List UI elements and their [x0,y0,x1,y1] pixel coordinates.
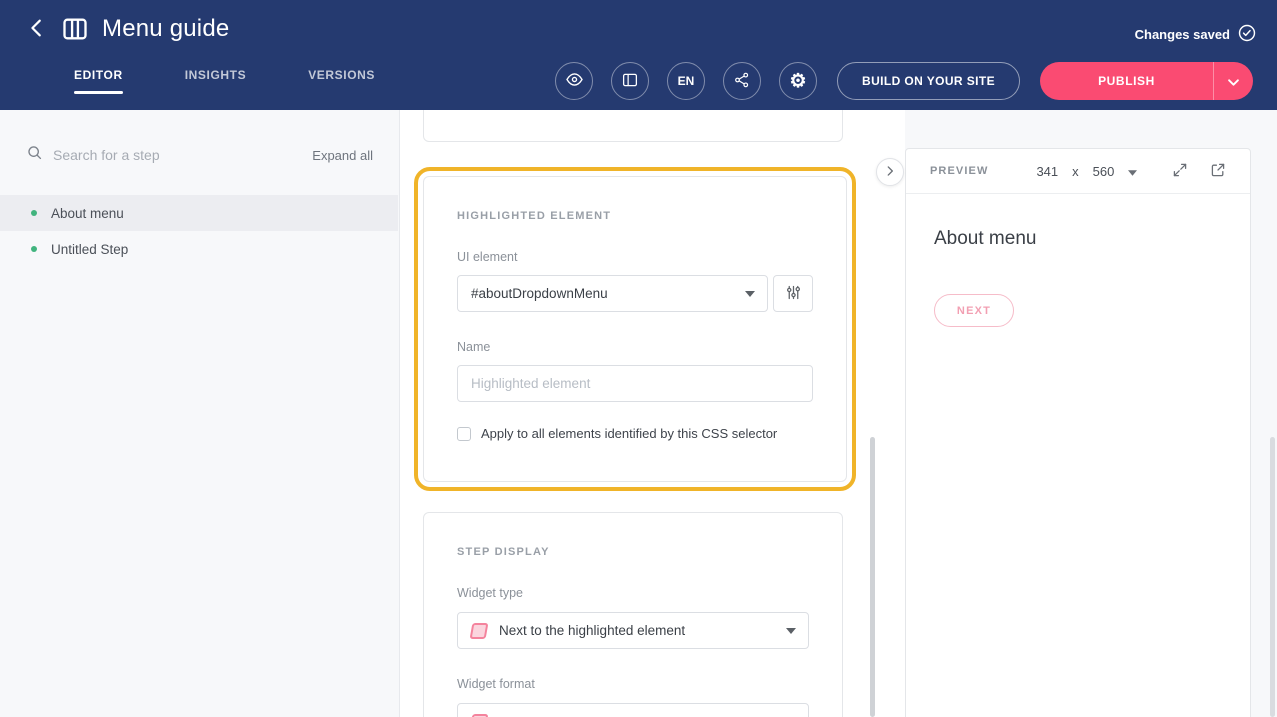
share-button[interactable] [723,62,761,100]
app-root: Menu guide Changes saved EDITOR INSIGHTS… [0,0,1277,717]
build-on-your-site-button[interactable]: BUILD ON YOUR SITE [837,62,1020,100]
step-status-dot-icon [31,210,37,216]
check-circle-icon [1238,24,1256,45]
ui-element-select[interactable]: #aboutDropdownMenu [457,275,768,312]
section-title: HIGHLIGHTED ELEMENT [457,210,813,222]
search-icon [26,144,43,166]
header-title-group: Menu guide [26,15,229,43]
header-icon-buttons: EN ⚙ [555,62,817,100]
preview-header-icons [1172,162,1226,181]
tab-editor[interactable]: EDITOR [74,68,123,94]
page-title: Menu guide [102,15,229,43]
header-actions: EN ⚙ BUILD ON YOUR SITE PUBLISH [555,62,1253,100]
header-tabs: EDITOR INSIGHTS VERSIONS [74,68,375,94]
share-icon [733,71,751,92]
preview-eye-button[interactable] [555,62,593,100]
expand-all-button[interactable]: Expand all [312,148,373,163]
preview-title: PREVIEW [930,165,988,177]
preview-header: PREVIEW 341 x 560 [906,149,1250,194]
page-scrollbar-thumb[interactable] [1270,437,1275,717]
external-link-icon [1210,162,1226,181]
preview-next-button[interactable]: NEXT [934,294,1014,327]
selector-settings-button[interactable] [773,275,813,312]
highlighted-element-card: HIGHLIGHTED ELEMENT UI element #aboutDro… [423,176,847,482]
step-item-label: Untitled Step [51,242,128,257]
tab-insights[interactable]: INSIGHTS [185,68,246,94]
step-search-row: Expand all [26,144,373,166]
step-list: About menu Untitled Step [0,195,398,267]
section-title: STEP DISPLAY [457,546,809,558]
apply-all-label: Apply to all elements identified by this… [481,426,777,441]
step-display-card: STEP DISPLAY Widget type Next to the hig… [423,512,843,717]
preview-region: PREVIEW 341 x 560 [905,110,1277,717]
preview-panel: PREVIEW 341 x 560 [905,148,1251,717]
preview-size-select[interactable]: 341 x 560 [1036,164,1137,179]
back-button[interactable] [26,17,48,42]
active-tab-underline [74,91,123,94]
chevron-left-icon [26,17,48,42]
gear-icon: ⚙ [789,72,806,91]
open-in-new-tab-button[interactable] [1210,162,1226,181]
search-input[interactable] [53,147,302,163]
widget-format-select[interactable] [457,703,809,717]
preview-height-value: 560 [1093,164,1115,179]
sliders-icon [785,284,802,304]
step-editor-panel: HIGHLIGHTED ELEMENT UI element #aboutDro… [401,110,905,717]
tooltip-widget-icon [470,623,489,639]
apply-all-row: Apply to all elements identified by this… [457,426,813,441]
language-label: EN [678,74,695,88]
caret-down-icon [786,628,796,634]
step-item-about-menu[interactable]: About menu [0,195,398,231]
tab-editor-label: EDITOR [74,68,123,82]
settings-button[interactable]: ⚙ [779,62,817,100]
widget-type-label: Widget type [457,586,809,600]
step-item-untitled-step[interactable]: Untitled Step [0,231,398,267]
tab-versions[interactable]: VERSIONS [308,68,375,94]
apply-all-checkbox[interactable] [457,427,471,441]
preview-size-separator: x [1072,164,1079,179]
language-button[interactable]: EN [667,62,705,100]
editor-scrollbar-thumb[interactable] [870,437,875,717]
previous-settings-card [423,110,843,142]
layout-button[interactable] [611,62,649,100]
top-header: Menu guide Changes saved EDITOR INSIGHTS… [0,0,1277,110]
widget-type-select[interactable]: Next to the highlighted element [457,612,809,649]
ui-element-row: #aboutDropdownMenu [457,275,813,312]
preview-step-heading: About menu [934,228,1222,250]
preview-fullscreen-button[interactable] [1172,162,1188,181]
caret-down-icon [1128,164,1137,179]
publish-dropdown-button[interactable] [1213,62,1253,100]
publish-split-button: PUBLISH [1040,62,1253,100]
ui-element-label: UI element [457,250,813,264]
app-logo-icon [61,15,89,43]
changes-saved-status: Changes saved [1135,24,1256,45]
name-label: Name [457,340,813,354]
eye-icon [565,70,584,92]
expand-diagonal-icon [1172,162,1188,181]
highlighted-element-ring: HIGHLIGHTED ELEMENT UI element #aboutDro… [414,167,856,491]
preview-width-value: 341 [1036,164,1058,179]
ui-element-value: #aboutDropdownMenu [471,286,608,301]
changes-saved-label: Changes saved [1135,27,1230,42]
step-status-dot-icon [31,246,37,252]
steps-sidebar: Expand all About menu Untitled Step [0,110,400,717]
preview-body: About menu NEXT [906,194,1250,327]
widget-format-label: Widget format [457,677,809,691]
highlighted-element-name-input[interactable] [457,365,813,402]
tooltip-widget-icon [470,714,489,717]
tab-versions-label: VERSIONS [308,68,375,82]
publish-button[interactable]: PUBLISH [1040,62,1213,100]
tab-insights-label: INSIGHTS [185,68,246,82]
caret-down-icon [745,291,755,297]
chevron-right-icon [883,164,897,181]
step-item-label: About menu [51,206,124,221]
widget-type-value: Next to the highlighted element [499,623,685,638]
layout-columns-icon [621,71,639,92]
collapse-preview-button[interactable] [876,158,904,186]
chevron-down-icon [1228,74,1239,89]
